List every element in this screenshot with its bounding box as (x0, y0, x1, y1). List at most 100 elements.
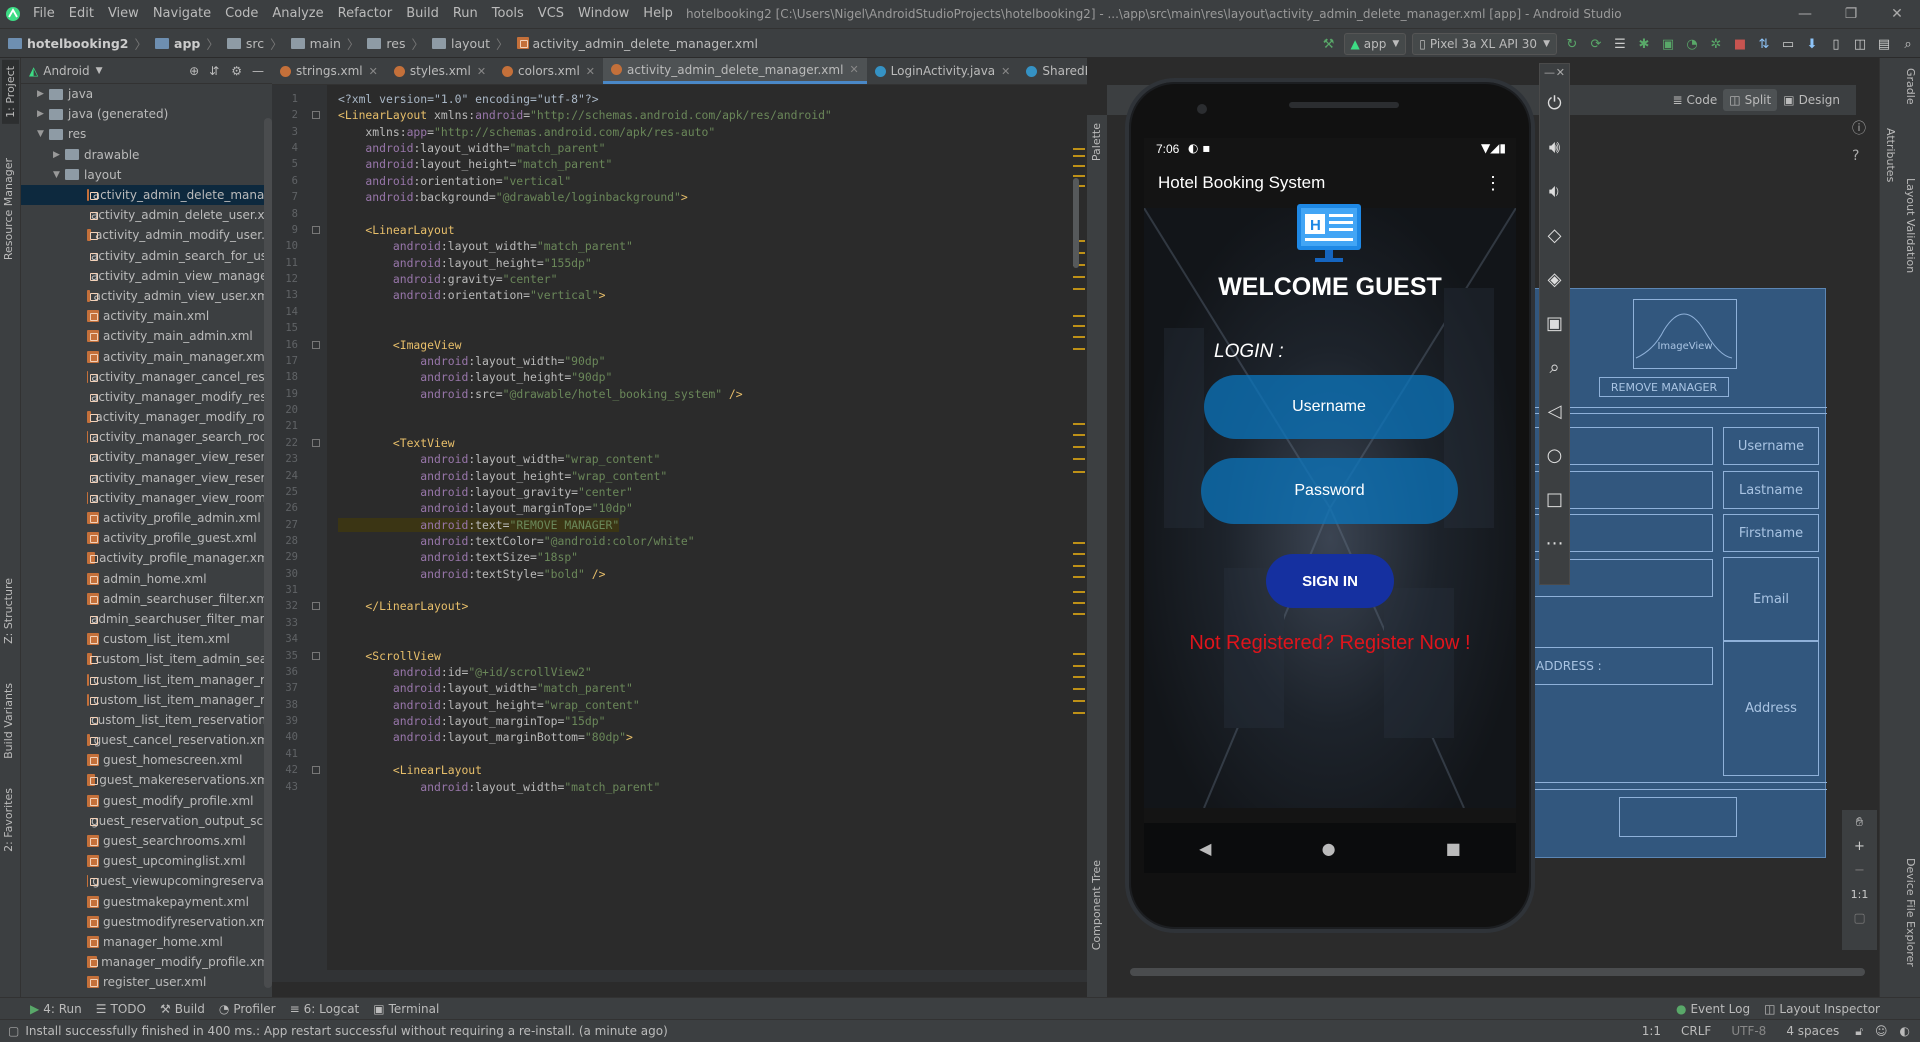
menu-analyze[interactable]: Analyze (265, 0, 330, 28)
fold-marker-icon[interactable] (312, 651, 320, 660)
stripe-mark[interactable] (1073, 653, 1085, 655)
tree-item[interactable]: guest_homescreen.xml (21, 750, 272, 770)
minimize-button[interactable]: — (1782, 6, 1828, 22)
pan-icon[interactable]: ✋︎ (1848, 810, 1872, 834)
back-icon[interactable]: ◁ (1541, 389, 1569, 433)
tab-favorites[interactable]: 2: Favorites (2, 788, 15, 852)
zoom-in-icon[interactable]: + (1848, 834, 1872, 858)
tree-item[interactable]: activity_admin_view_manager (21, 266, 272, 286)
stripe-mark[interactable] (1073, 155, 1085, 157)
tree-item[interactable]: activity_admin_search_for_use (21, 246, 272, 266)
caret-position[interactable]: 1:1 (1642, 1024, 1661, 1038)
stripe-mark[interactable] (1073, 423, 1085, 425)
chevron-down-icon[interactable]: ▼ (53, 170, 65, 180)
menu-window[interactable]: Window (571, 0, 636, 28)
tree-item[interactable]: activity_profile_guest.xml (21, 528, 272, 548)
chevron-right-icon[interactable]: ▶ (53, 150, 65, 160)
debug-icon[interactable]: ✱ (1632, 32, 1656, 56)
stripe-mark[interactable] (1073, 348, 1085, 350)
tree-item[interactable]: activity_manager_modify_roo (21, 407, 272, 427)
tree-item[interactable]: register_user.xml (21, 972, 272, 992)
editor-tab[interactable]: styles.xml ✕ (386, 58, 494, 84)
power-icon[interactable]: ⏻ (1541, 81, 1569, 125)
tab-build-variants[interactable]: Build Variants (2, 683, 15, 759)
design-mode-button[interactable]: ▣ Design (1777, 89, 1846, 111)
tree-item[interactable]: activity_admin_delete_user.xn (21, 205, 272, 225)
fold-marker-icon[interactable] (312, 602, 320, 611)
breadcrumb-item[interactable]: layout (451, 36, 490, 51)
help-icon[interactable]: ? (1852, 148, 1872, 168)
profiler-tab[interactable]: ◔ Profiler (219, 1002, 276, 1016)
editor-tab[interactable]: activity_admin_delete_manager.xml ✕ (603, 58, 867, 84)
tree-item[interactable]: activity_profile_manager.xml (21, 548, 272, 568)
tree-item[interactable]: ▶ java (21, 84, 272, 104)
profile-icon[interactable]: ◔ (1680, 32, 1704, 56)
breadcrumb-item[interactable]: activity_admin_delete_manager.xml (533, 36, 758, 51)
stripe-mark[interactable] (1073, 613, 1085, 615)
chevron-down-icon[interactable]: ▼ (96, 66, 103, 76)
stripe-mark[interactable] (1073, 591, 1085, 593)
tree-item[interactable]: activity_profile_admin.xml (21, 508, 272, 528)
close-tab-icon[interactable]: ✕ (1001, 65, 1010, 78)
tree-item[interactable]: activity_manager_search_roor (21, 427, 272, 447)
tree-item[interactable]: activity_admin_delete_manag (21, 184, 272, 206)
fold-marker-icon[interactable] (312, 766, 320, 775)
layout-inspector-tab[interactable]: ◫ Layout Inspector (1764, 1002, 1880, 1016)
tree-item[interactable]: guestmakepayment.xml (21, 892, 272, 912)
blueprint-imageview[interactable]: ImageView (1633, 299, 1737, 369)
tree-item[interactable]: ▶ drawable (21, 145, 272, 165)
stripe-mark[interactable] (1073, 712, 1085, 714)
stripe-mark[interactable] (1073, 676, 1085, 678)
tab-palette[interactable]: Palette (1090, 123, 1103, 161)
search-everywhere-icon[interactable]: ⌕ (1896, 32, 1920, 56)
breadcrumb-item[interactable]: hotelbooking2 (27, 36, 129, 51)
stripe-mark[interactable] (1073, 576, 1085, 578)
zoom-actual-icon[interactable]: 1:1 (1848, 882, 1872, 906)
design-hscroll[interactable] (1130, 968, 1865, 976)
tree-item[interactable]: custom_list_item_reservations (21, 710, 272, 730)
tab-resource-manager[interactable]: Resource Manager (2, 158, 15, 260)
event-log-tab[interactable]: ● Event Log (1676, 1002, 1750, 1016)
close-tab-icon[interactable]: ✕ (477, 65, 486, 78)
tree-item[interactable]: activity_manager_view_reserv (21, 447, 272, 467)
stripe-mark[interactable] (1073, 688, 1085, 690)
stripe-mark[interactable] (1073, 565, 1085, 567)
stripe-mark[interactable] (1073, 471, 1085, 473)
menu-refactor[interactable]: Refactor (331, 0, 400, 28)
stripe-mark[interactable] (1073, 700, 1085, 702)
chevron-right-icon[interactable]: ▶ (37, 89, 49, 99)
tree-item[interactable]: custom_list_item.xml (21, 629, 272, 649)
close-tab-icon[interactable]: ✕ (369, 65, 378, 78)
run-icon[interactable]: ☰ (1608, 32, 1632, 56)
tree-item[interactable]: guest_makereservations.xml (21, 770, 272, 790)
blueprint-address-input[interactable]: ADDRESS : (1531, 647, 1713, 685)
project-view-select[interactable]: Android (43, 64, 89, 78)
tab-layout-validation[interactable]: Layout Validation (1904, 178, 1917, 273)
stripe-mark[interactable] (1073, 175, 1085, 177)
stop-icon[interactable]: ■ (1728, 32, 1752, 56)
blueprint-label-firstname[interactable]: Firstname (1723, 514, 1819, 552)
stripe-mark[interactable] (1073, 665, 1085, 667)
tab-attributes[interactable]: Attributes (1884, 128, 1897, 182)
build-tab[interactable]: ⚒ Build (160, 1002, 205, 1016)
blueprint-label-lastname[interactable]: Lastname (1723, 471, 1819, 509)
locate-icon[interactable]: ⊕ (189, 64, 199, 78)
rotate-left-icon[interactable]: ◇ (1541, 213, 1569, 257)
close-window-button[interactable]: ✕ (1874, 6, 1920, 22)
home-nav-icon[interactable]: ● (1322, 839, 1336, 858)
tree-item[interactable]: guest_upcominglist.xml (21, 851, 272, 871)
chevron-down-icon[interactable]: ▼ (37, 129, 49, 139)
tab-component-tree[interactable]: Component Tree (1090, 860, 1103, 950)
home-icon[interactable]: ○ (1541, 433, 1569, 477)
menu-code[interactable]: Code (218, 0, 265, 28)
stripe-mark[interactable] (1073, 458, 1085, 460)
recents-nav-icon[interactable]: ■ (1446, 839, 1461, 858)
layout-inspector-icon[interactable]: ◫ (1848, 32, 1872, 56)
emulator-close-icon[interactable]: ✕ (1556, 66, 1565, 79)
editor-hscroll[interactable] (272, 970, 1087, 982)
editor-scrollbar[interactable] (1073, 178, 1079, 268)
blueprint-button[interactable] (1619, 797, 1737, 837)
breadcrumb-item[interactable]: app (174, 36, 200, 51)
breadcrumb-item[interactable]: src (246, 36, 264, 51)
tree-item[interactable]: activity_manager_view_reserv (21, 468, 272, 488)
